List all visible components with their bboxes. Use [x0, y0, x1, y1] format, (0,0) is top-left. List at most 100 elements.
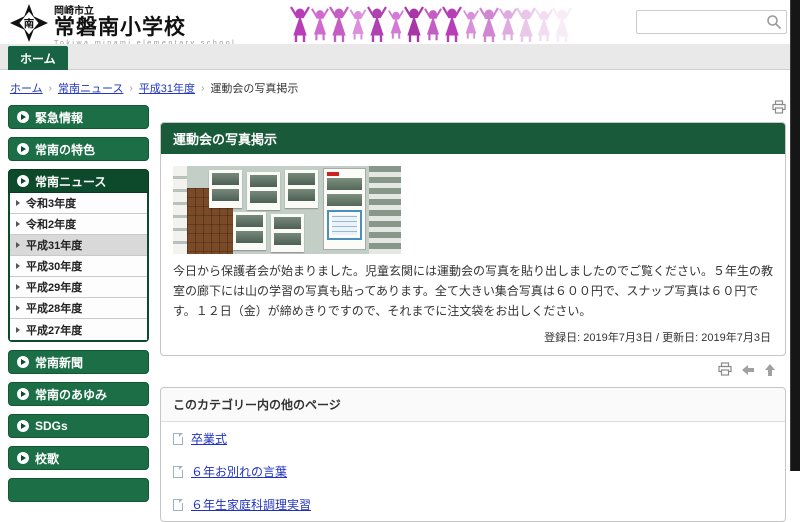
sidebar-item-school-song[interactable]: 校歌: [8, 446, 149, 470]
article-box: 運動会の写真掲示: [160, 122, 786, 356]
related-link-farewell-words[interactable]: ６年お別れの言葉: [161, 455, 785, 488]
sidebar-subitem-reiwa3[interactable]: 令和3年度: [10, 193, 147, 214]
site-header: 南 岡崎市立 常磐南小学校 Tokiwa minami elementary s…: [0, 0, 800, 44]
photo-blue-notice: [327, 210, 362, 240]
photo-sheet: [271, 214, 304, 252]
sidebar-subitem-reiwa2[interactable]: 令和2年度: [10, 214, 147, 235]
sidebar-item-school-history[interactable]: 常南のあゆみ: [8, 382, 149, 406]
photo-sheet: [247, 172, 280, 210]
breadcrumb-separator: ›: [49, 83, 52, 94]
photo-papers-strip: [173, 166, 187, 254]
sidebar-item-label: 緊急情報: [35, 109, 83, 126]
arrow-right-icon: [16, 200, 20, 206]
school-affiliation: 岡崎市立: [54, 2, 236, 17]
updated-date: 更新日: 2019年7月3日: [662, 332, 771, 344]
related-link-label: ６年生家庭科調理実習: [191, 496, 311, 513]
document-icon: [173, 466, 183, 478]
breadcrumb-separator: ›: [129, 83, 132, 94]
school-logo[interactable]: 南 岡崎市立 常磐南小学校 Tokiwa minami elementary s…: [10, 2, 236, 47]
photo-whiteboard: [323, 168, 366, 250]
sidebar-item-school-newspaper[interactable]: 常南新聞: [8, 350, 149, 374]
arrow-right-icon: [16, 263, 20, 269]
article-text: 今日から保護者会が始まりました。児童玄関には運動会の写真を貼り出しましたのでご覧…: [173, 262, 773, 321]
sidebar-subitem-heisei29[interactable]: 平成29年度: [10, 277, 147, 298]
photo-snapshot-grid: [369, 166, 401, 254]
sidebar-subitem-heisei28[interactable]: 平成28年度: [10, 298, 147, 319]
sidebar-subitem-label: 平成27年度: [26, 322, 82, 338]
page-tools-top: [160, 100, 786, 122]
circle-arrow-icon: [17, 356, 29, 368]
sidebar-subitem-label: 平成30年度: [26, 258, 82, 274]
search-icon[interactable]: [766, 14, 782, 30]
page-tools-bottom: [160, 356, 786, 387]
breadcrumb-year[interactable]: 平成31年度: [139, 80, 195, 96]
sidebar-item-label: SDGs: [35, 419, 68, 433]
circle-arrow-icon: [17, 111, 29, 123]
sidebar-item-sdgs[interactable]: SDGs: [8, 414, 149, 438]
related-link-label: ６年お別れの言葉: [191, 463, 287, 480]
back-button[interactable]: [741, 364, 755, 379]
arrow-right-icon: [16, 284, 20, 290]
breadcrumb-news[interactable]: 常南ニュース: [58, 80, 123, 96]
school-emblem-icon: 南: [10, 4, 48, 42]
circle-arrow-icon: [17, 452, 29, 464]
article-body: 今日から保護者会が始まりました。児童玄関には運動会の写真を貼り出しましたのでご覧…: [161, 154, 785, 355]
arrow-up-icon: [764, 363, 776, 377]
search-input[interactable]: [636, 10, 787, 34]
emblem-character: 南: [24, 17, 35, 30]
sidebar-item-label: 常南の特色: [35, 141, 95, 158]
main-content: 運動会の写真掲示: [160, 100, 786, 522]
sidebar-subitem-label: 令和3年度: [26, 195, 76, 211]
main-navbar: ホーム: [0, 44, 800, 70]
related-link-graduation[interactable]: 卒業式: [161, 422, 785, 455]
sidebar-subitem-label: 平成28年度: [26, 300, 82, 316]
sidebar-subitem-label: 令和2年度: [26, 216, 76, 232]
circle-arrow-icon: [17, 143, 29, 155]
sidebar-subitem-heisei27[interactable]: 平成27年度: [10, 319, 147, 340]
related-link-label: 卒業式: [191, 430, 227, 447]
print-button[interactable]: [718, 362, 732, 381]
document-icon: [173, 499, 183, 511]
breadcrumb-separator: ›: [201, 83, 204, 94]
circle-arrow-icon: [17, 175, 29, 187]
arrow-right-icon: [16, 327, 20, 333]
print-button[interactable]: [772, 100, 786, 119]
logo-text: 岡崎市立 常磐南小学校 Tokiwa minami elementary sch…: [54, 2, 236, 47]
sports-day-photos-image: [173, 166, 401, 254]
related-pages-title: このカテゴリー内の他のページ: [161, 388, 785, 422]
related-link-cooking-class[interactable]: ６年生家庭科調理実習: [161, 488, 785, 521]
date-separator: /: [653, 332, 662, 344]
article-title: 運動会の写真掲示: [161, 123, 785, 154]
sidebar-item-partial[interactable]: [8, 478, 149, 502]
sidebar-subitem-label: 平成29年度: [26, 279, 82, 295]
breadcrumb: ホーム › 常南ニュース › 平成31年度 › 運動会の写真掲示: [10, 80, 298, 96]
article-dates: 登録日: 2019年7月3日 / 更新日: 2019年7月3日: [173, 321, 773, 347]
breadcrumb-current-page: 運動会の写真掲示: [210, 80, 298, 96]
photo-sheet: [285, 170, 318, 208]
photo-price-tag: [327, 172, 339, 176]
sidebar-subitem-heisei31[interactable]: 平成31年度: [10, 235, 147, 256]
home-tab[interactable]: ホーム: [8, 46, 68, 70]
search-area: [636, 10, 787, 34]
breadcrumb-home[interactable]: ホーム: [10, 80, 43, 96]
sidebar-item-label: 校歌: [35, 450, 59, 467]
photo-sheet: [233, 212, 266, 250]
printer-icon: [718, 362, 732, 376]
arrow-right-icon: [16, 305, 20, 311]
sidebar: 緊急情報 常南の特色 常南ニュース 令和3年度 令和2年度 平成31年度 平成3…: [8, 105, 149, 510]
registered-date: 登録日: 2019年7月3日: [544, 332, 653, 344]
sidebar-item-emergency-info[interactable]: 緊急情報: [8, 105, 149, 129]
sidebar-item-school-news[interactable]: 常南ニュース: [8, 169, 149, 193]
page-top-button[interactable]: [764, 363, 776, 380]
sidebar-subitem-heisei30[interactable]: 平成30年度: [10, 256, 147, 277]
arrow-right-icon: [16, 242, 20, 248]
sidebar-item-school-features[interactable]: 常南の特色: [8, 137, 149, 161]
sidebar-item-label: 常南新聞: [35, 354, 83, 371]
circle-arrow-icon: [17, 388, 29, 400]
photo-sheet: [209, 170, 242, 208]
people-silhouette-banner: [288, 2, 573, 42]
arrow-left-icon: [741, 364, 755, 376]
sidebar-item-label: 常南のあゆみ: [35, 386, 107, 403]
circle-arrow-icon: [17, 420, 29, 432]
sidebar-news-submenu: 令和3年度 令和2年度 平成31年度 平成30年度 平成29年度 平成28年度 …: [8, 193, 149, 342]
